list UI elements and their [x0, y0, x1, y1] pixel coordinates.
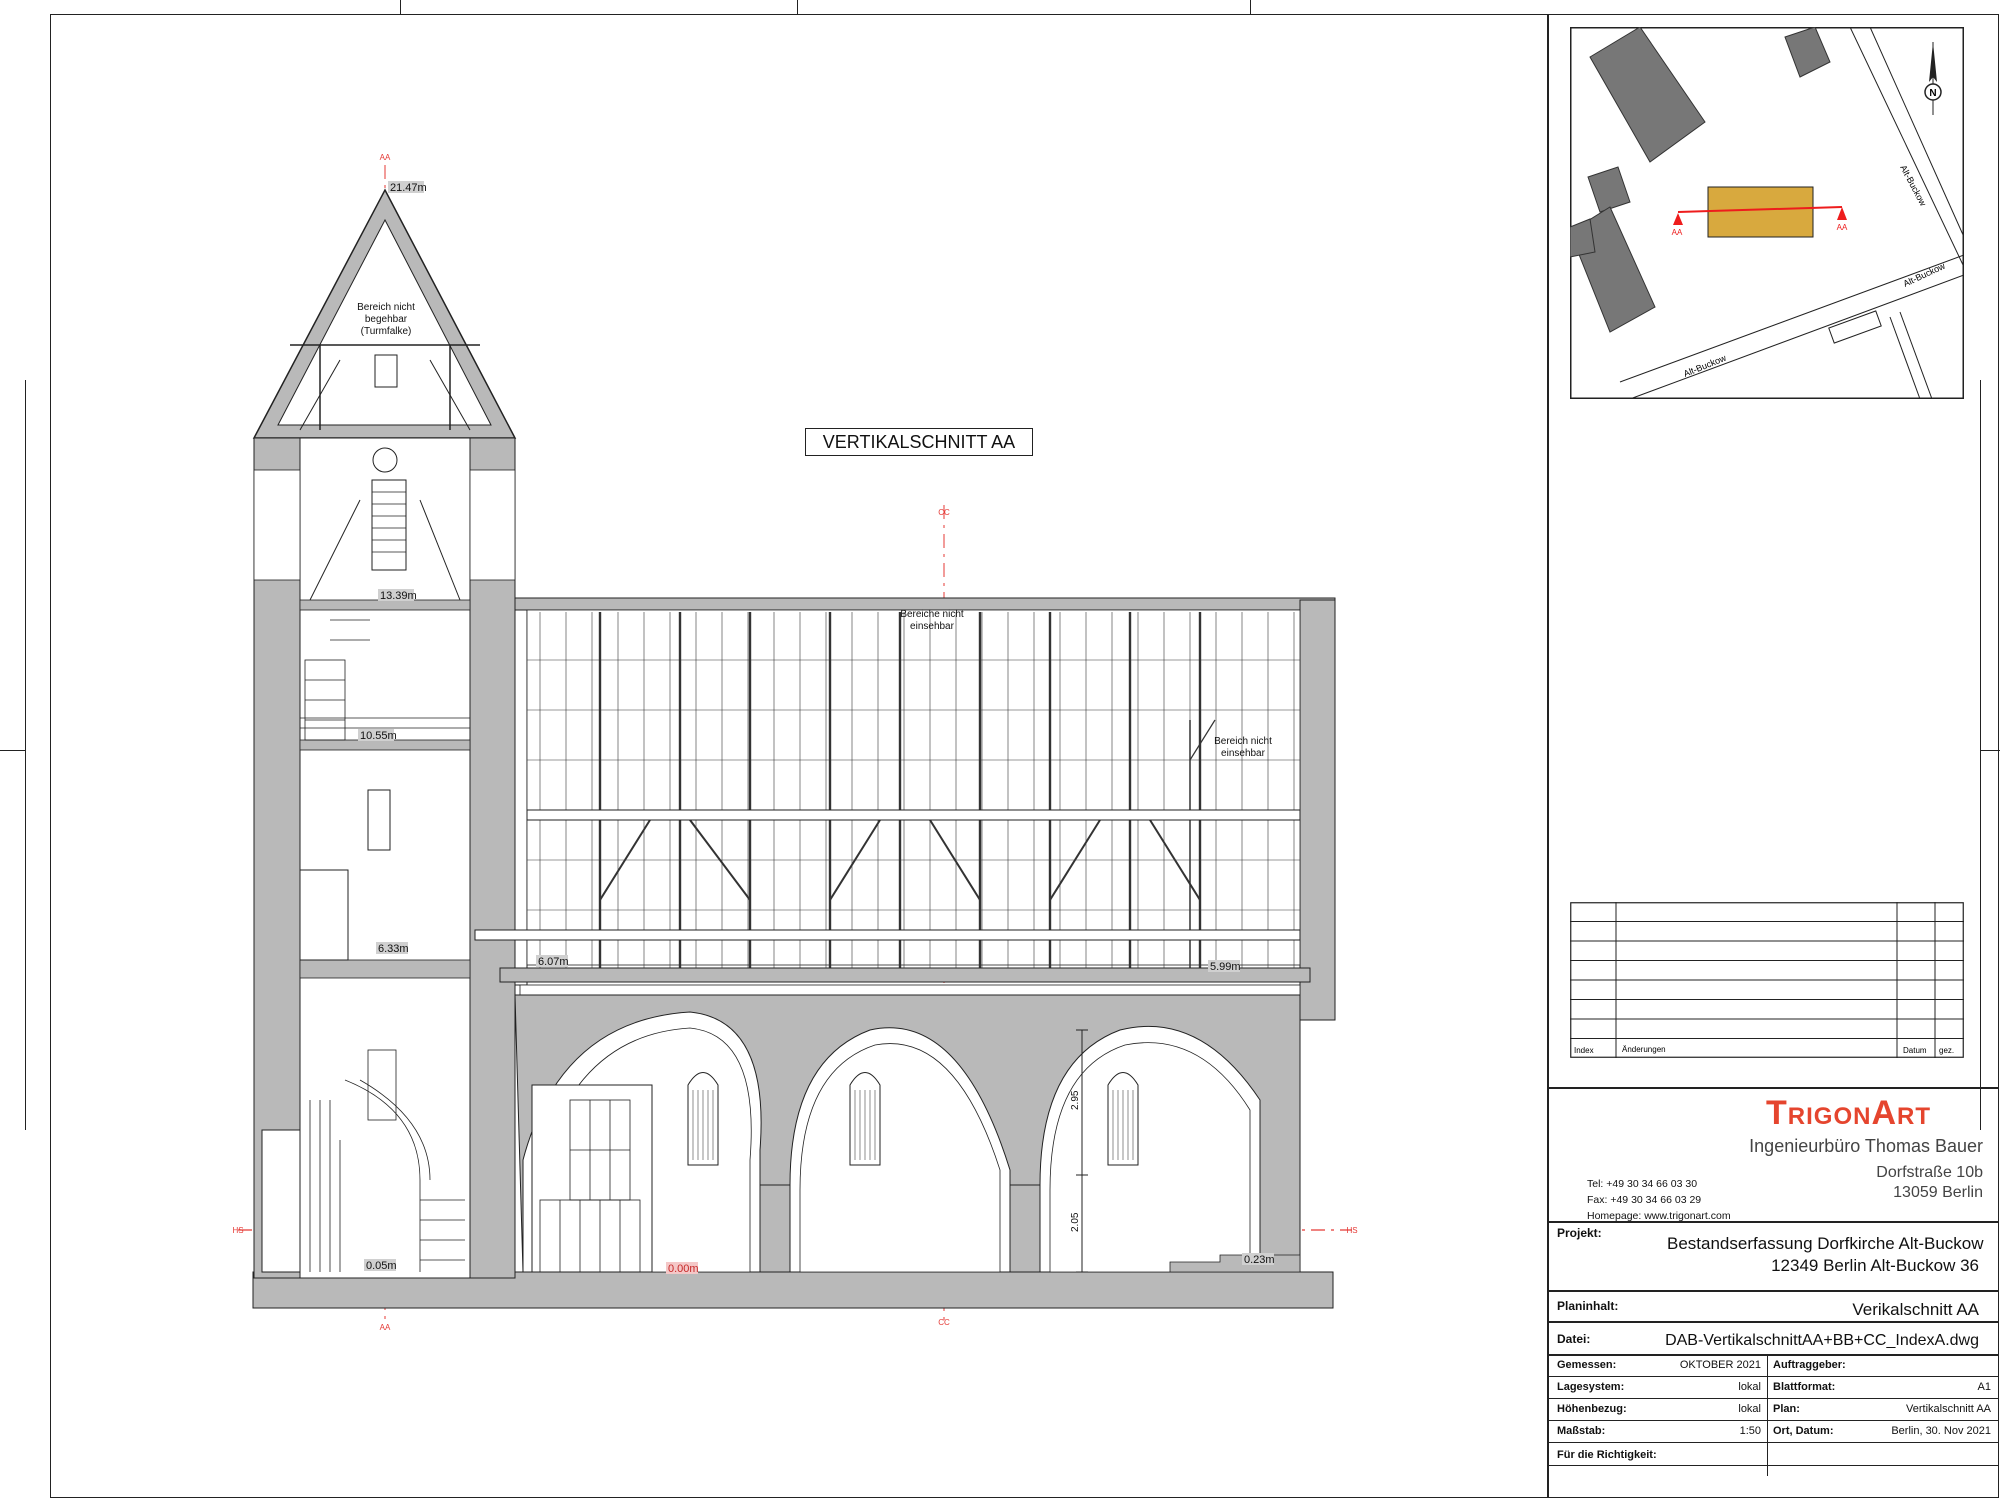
church-footprint — [1707, 186, 1814, 238]
project-address: 12349 Berlin Alt-Buckow 36 — [1771, 1256, 1979, 1275]
note-line: Bereich nicht — [357, 302, 415, 313]
section-drawing: 21.47m 13.39m 10.55m 6.33m 0.05m 6.07m 5… — [232, 153, 1357, 1332]
attic-floor-rail — [474, 929, 1301, 941]
nave — [474, 597, 1336, 1273]
organ-gallery — [531, 1084, 653, 1273]
revision-header-drawn: gez. — [1939, 1046, 1954, 1055]
site-plan: AA AA Alt-Buckow Alt-Buckow Alt-Buckow N — [1570, 27, 1964, 399]
attic-floor — [499, 967, 1311, 983]
elevation-level-3: 13.39m — [380, 590, 417, 602]
site-section-label-left: AA — [1672, 228, 1683, 237]
elevation-attic-left: 6.07m — [538, 956, 569, 968]
blattformat-value: A1 — [1977, 1381, 1991, 1393]
elevation-nave-floor: 0.00m — [668, 1263, 699, 1275]
elevation-tower-top: 21.47m — [390, 182, 427, 194]
brand-logo: TRIGONART — [1766, 1094, 1932, 1132]
hoehenbezug-value: lokal — [1738, 1403, 1761, 1415]
company-fax: Fax: +49 30 34 66 03 29 — [1587, 1194, 1702, 1206]
ort-datum-value: Berlin, 30. Nov 2021 — [1891, 1425, 1991, 1437]
revision-header-index: Index — [1574, 1046, 1594, 1055]
revision-header-date: Datum — [1903, 1046, 1927, 1055]
note-tower: Bereich nicht begehbar (Turmfalke) — [357, 302, 415, 337]
gemessen-label: Gemessen: — [1557, 1359, 1617, 1371]
marker-hs-right: HS — [1346, 1226, 1357, 1235]
tower-floor-1 — [299, 959, 471, 979]
plan-content-label: Planinhalt: — [1557, 1299, 1619, 1313]
elevation-tower-floor: 0.05m — [366, 1260, 397, 1272]
elevation-attic-right: 5.99m — [1210, 961, 1241, 973]
pier — [759, 1184, 791, 1273]
site-section-label-right: AA — [1837, 223, 1848, 232]
plan-value: Vertikalschnitt AA — [1906, 1403, 1991, 1415]
pier — [1009, 1184, 1041, 1273]
plan-label: Plan: — [1773, 1403, 1800, 1415]
marker-tower-top: AA — [380, 153, 391, 162]
note-line: Bereich nicht — [1214, 736, 1272, 747]
note-line: einsehbar — [1221, 748, 1266, 759]
project-name: Bestandserfassung Dorfkirche Alt-Buckow — [1667, 1234, 1984, 1253]
tie-beam — [526, 809, 1301, 821]
note-attic-right: Bereich nicht einsehbar — [1214, 736, 1272, 759]
lagesystem-value: lokal — [1738, 1381, 1761, 1393]
nave-gable-wall — [1299, 599, 1336, 1021]
note-line: (Turmfalke) — [361, 326, 412, 337]
file-label: Datei: — [1557, 1332, 1591, 1346]
company-contact: Tel: +49 30 34 66 03 30 Fax: +49 30 34 6… — [1587, 1176, 1731, 1224]
marker-tower-bottom: AA — [380, 1323, 391, 1332]
gemessen-value: OKTOBER 2021 — [1679, 1359, 1761, 1371]
plan-content-value: Verikalschnitt AA — [1852, 1300, 1979, 1319]
auftraggeber-label: Auftraggeber: — [1773, 1359, 1846, 1371]
revision-table: Index Änderungen Datum gez. — [1570, 902, 1964, 1058]
marker-hs-left: HS — [232, 1226, 243, 1235]
company-subtitle: Ingenieurbüro Thomas Bauer — [1749, 1136, 1983, 1156]
company-tel: Tel: +49 30 34 66 03 30 — [1587, 1178, 1698, 1190]
marker-nave-bottom: CC — [938, 1318, 950, 1327]
richtigkeit-label: Für die Richtigkeit: — [1557, 1449, 1657, 1461]
ort-datum-label: Ort, Datum: — [1773, 1425, 1834, 1437]
dimension-vault: 2.95 — [1070, 1090, 1081, 1110]
massstab-value: 1:50 — [1739, 1425, 1761, 1437]
note-line: einsehbar — [910, 621, 955, 632]
elevation-chancel-floor: 0.23m — [1244, 1254, 1275, 1266]
north-label: N — [1929, 88, 1936, 99]
marker-nave-top: CC — [938, 508, 950, 517]
company-city: 13059 Berlin — [1893, 1184, 1983, 1201]
massstab-label: Maßstab: — [1557, 1425, 1606, 1437]
revision-header-changes: Änderungen — [1622, 1045, 1666, 1054]
blattformat-label: Blattformat: — [1773, 1381, 1836, 1393]
elevation-level-2: 10.55m — [360, 730, 397, 742]
note-line: Bereiche nicht — [900, 609, 964, 620]
elevation-level-1: 6.33m — [378, 943, 409, 955]
note-line: begehbar — [365, 314, 408, 325]
hoehenbezug-label: Höhenbezug: — [1557, 1403, 1627, 1415]
title-block: AA AA Alt-Buckow Alt-Buckow Alt-Buckow N — [1547, 14, 1999, 1498]
drawing-sheet: 21.47m 13.39m 10.55m 6.33m 0.05m 6.07m 5… — [0, 0, 2000, 1500]
file-value: DAB-VertikalschnittAA+BB+CC_IndexA.dwg — [1665, 1332, 1979, 1349]
drawing-title: VERTIKALSCHNITT AA — [805, 428, 1033, 456]
dimension-pier: 2.05 — [1070, 1212, 1081, 1232]
company-street: Dorfstraße 10b — [1876, 1164, 1983, 1181]
lagesystem-label: Lagesystem: — [1557, 1381, 1625, 1393]
project-label: Projekt: — [1557, 1226, 1602, 1240]
